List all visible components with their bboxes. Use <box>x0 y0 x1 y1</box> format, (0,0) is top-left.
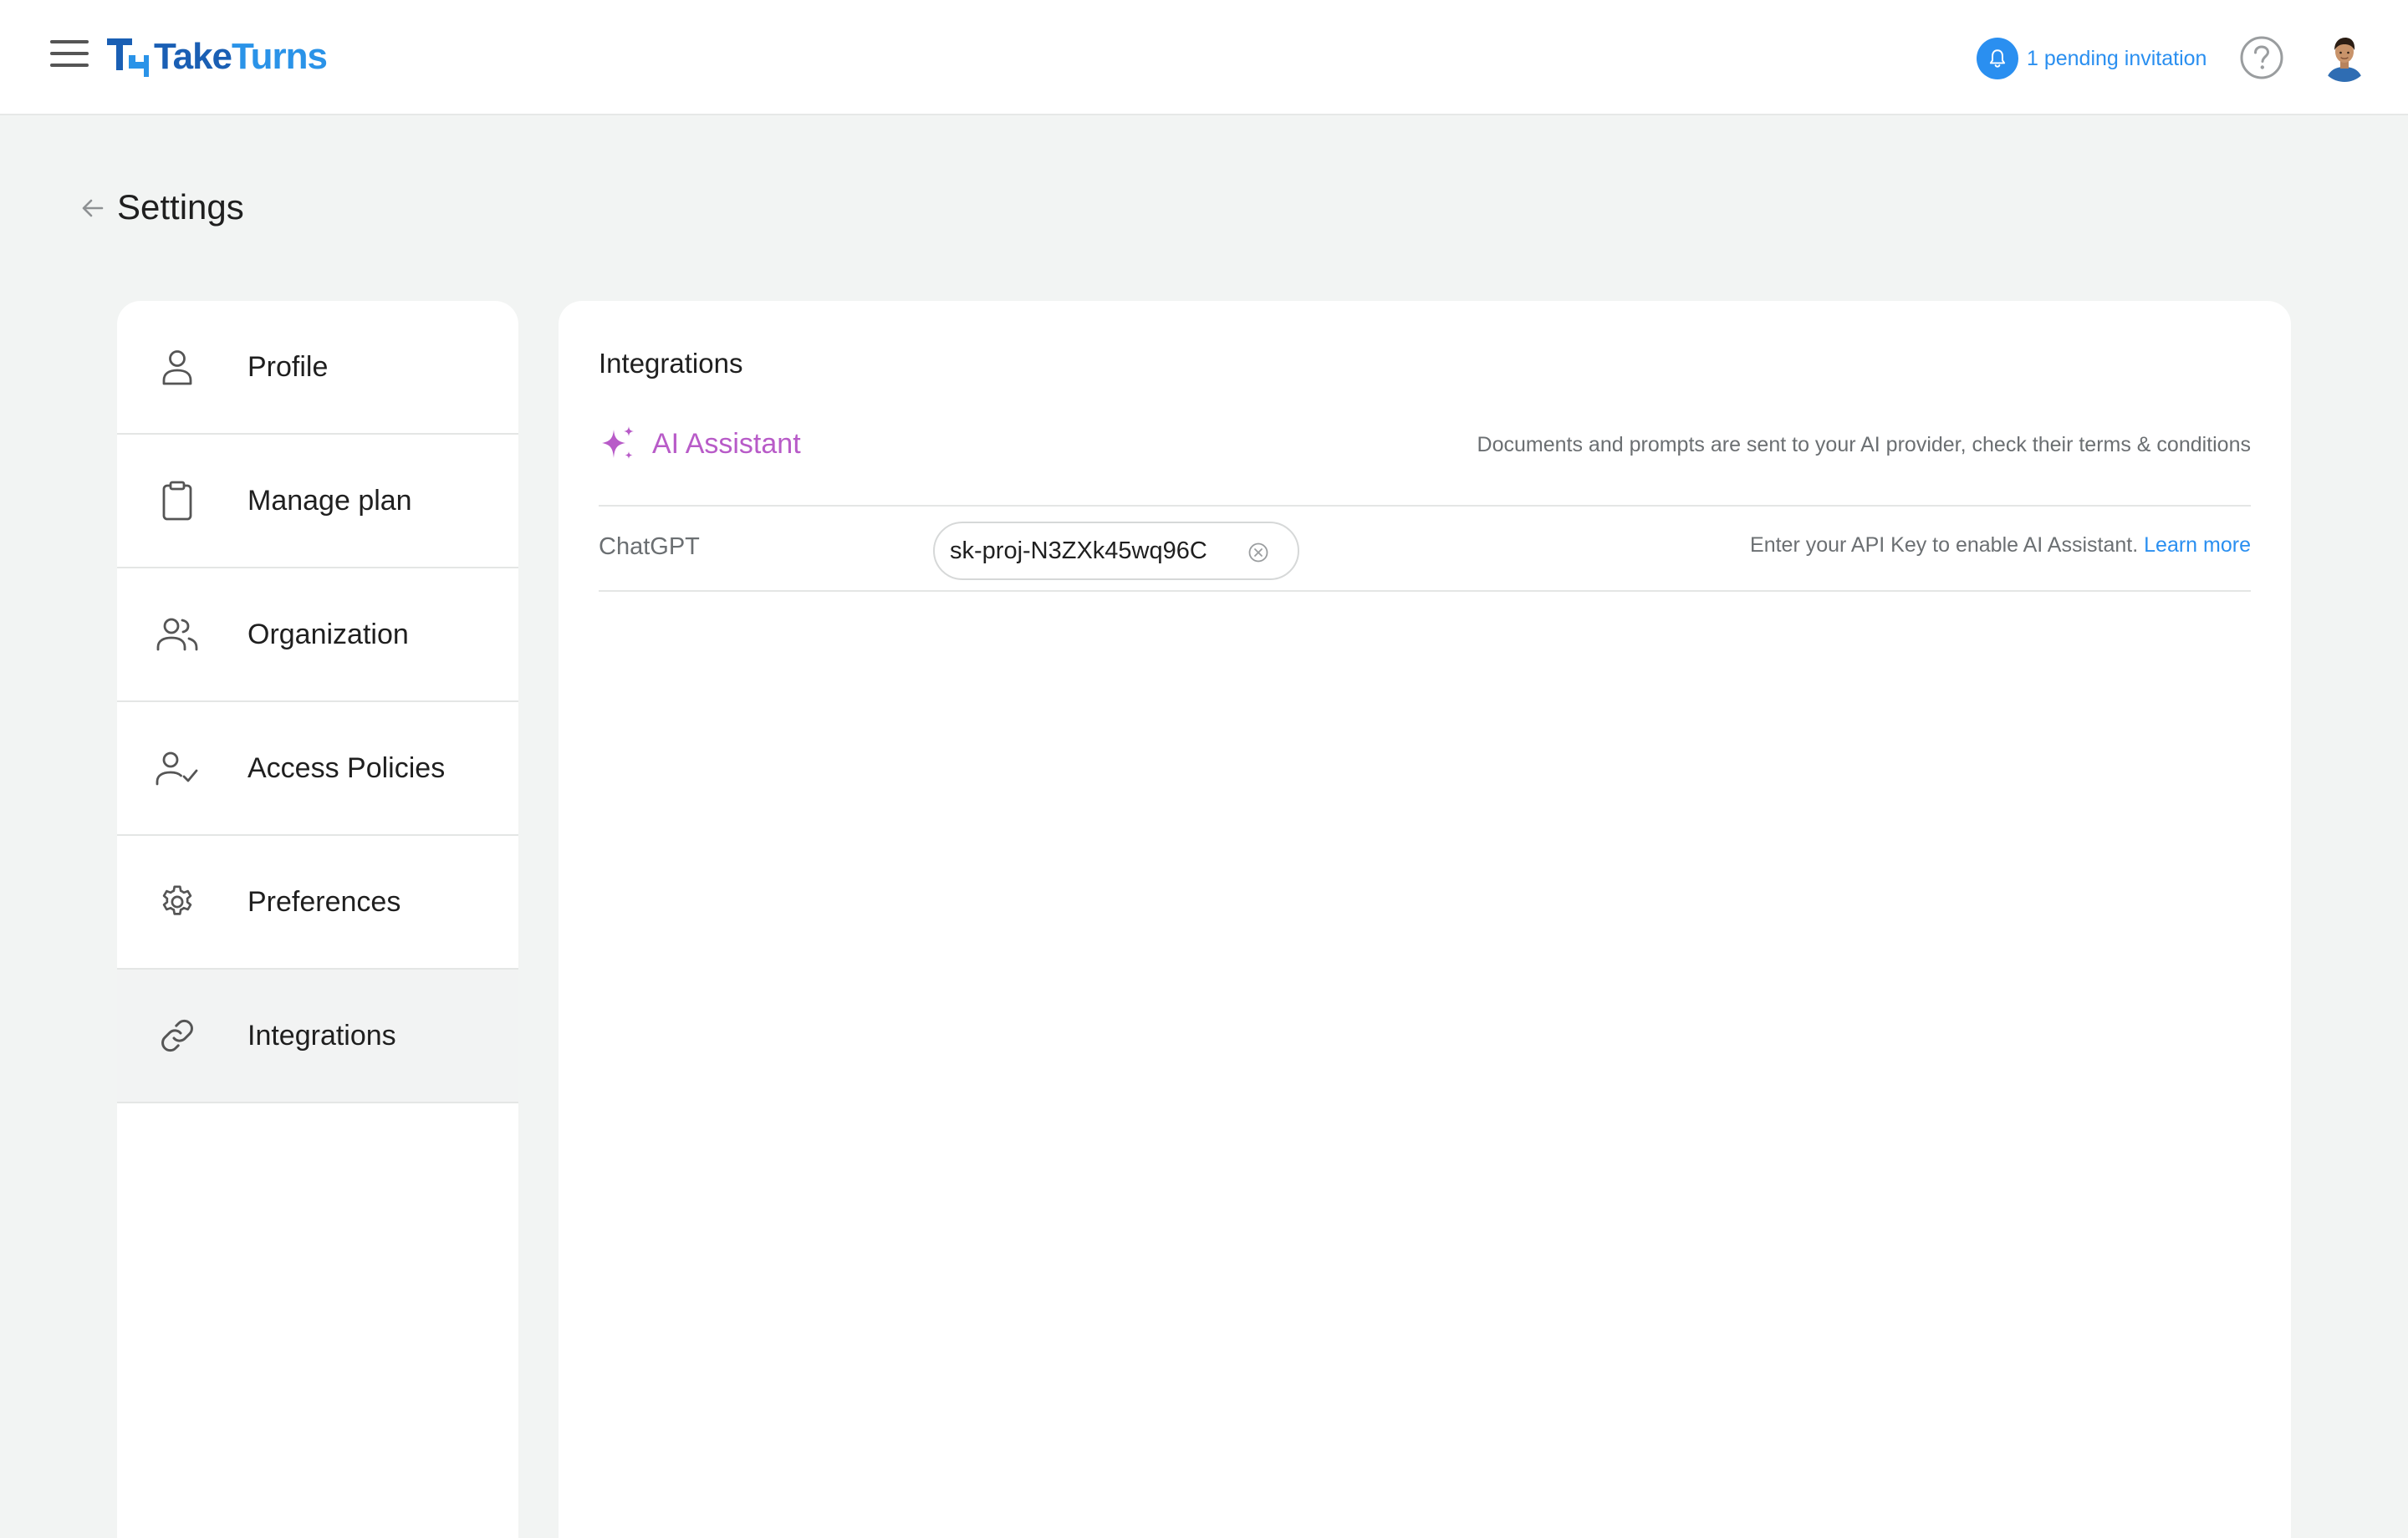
api-key-hint-text: Enter your API Key to enable AI Assistan… <box>1750 533 2139 557</box>
taketurns-logo[interactable]: TakeTurns <box>104 33 328 80</box>
api-key-hint: Enter your API Key to enable AI Assistan… <box>1750 533 2251 558</box>
sparkle-icon <box>602 426 634 459</box>
person-icon <box>154 344 201 390</box>
link-icon <box>154 1012 201 1059</box>
bell-icon <box>1977 38 2018 79</box>
sidebar-item-label: Profile <box>247 350 329 383</box>
help-icon[interactable] <box>2239 35 2284 80</box>
clipboard-icon <box>154 477 201 524</box>
chatgpt-label: ChatGPT <box>599 533 700 560</box>
chatgpt-integration-row: ChatGPT Enter your API Key to enable AI … <box>599 508 2251 592</box>
settings-sidebar: Profile Manage plan Organization Access … <box>117 301 518 1538</box>
sidebar-item-preferences[interactable]: Preferences <box>117 836 518 970</box>
sidebar-item-organization[interactable]: Organization <box>117 568 518 702</box>
logo-mark-icon <box>107 38 149 77</box>
sidebar-item-integrations[interactable]: Integrations <box>117 970 518 1103</box>
logo-text-turns: Turns <box>232 36 328 77</box>
panel-title: Integrations <box>599 348 743 379</box>
clear-input-icon[interactable] <box>1247 542 1269 563</box>
sidebar-item-label: Organization <box>247 618 409 650</box>
menu-icon[interactable] <box>50 40 89 74</box>
people-icon <box>154 611 201 658</box>
person-check-icon <box>154 745 201 792</box>
back-arrow-icon[interactable] <box>79 194 107 222</box>
integrations-panel: Integrations AI Assistant Documents and … <box>559 301 2291 1538</box>
sidebar-item-profile[interactable]: Profile <box>117 301 518 435</box>
logo-text: TakeTurns <box>154 36 328 78</box>
sidebar-item-label: Integrations <box>247 1019 396 1052</box>
learn-more-link[interactable]: Learn more <box>2144 533 2251 557</box>
api-key-input[interactable] <box>950 537 1234 565</box>
ai-assistant-section: AI Assistant Documents and prompts are s… <box>599 425 2251 507</box>
ai-assistant-title: AI Assistant <box>652 428 801 460</box>
pending-invitation-label: 1 pending invitation <box>2027 46 2207 70</box>
avatar[interactable] <box>2319 32 2370 82</box>
sidebar-item-label: Manage plan <box>247 484 412 517</box>
api-key-field <box>933 522 1299 580</box>
sidebar-item-label: Preferences <box>247 885 401 918</box>
pending-invitation-button[interactable]: 1 pending invitation <box>1977 37 2206 80</box>
logo-text-take: Take <box>154 36 232 77</box>
ai-assistant-note: Documents and prompts are sent to your A… <box>1477 433 2251 456</box>
gear-icon <box>154 878 201 925</box>
sidebar-item-access-policies[interactable]: Access Policies <box>117 702 518 836</box>
sidebar-item-label: Access Policies <box>247 751 446 784</box>
page-title: Settings <box>117 187 244 227</box>
top-bar: TakeTurns 1 pending invitation <box>0 0 2408 115</box>
sidebar-item-manage-plan[interactable]: Manage plan <box>117 435 518 568</box>
